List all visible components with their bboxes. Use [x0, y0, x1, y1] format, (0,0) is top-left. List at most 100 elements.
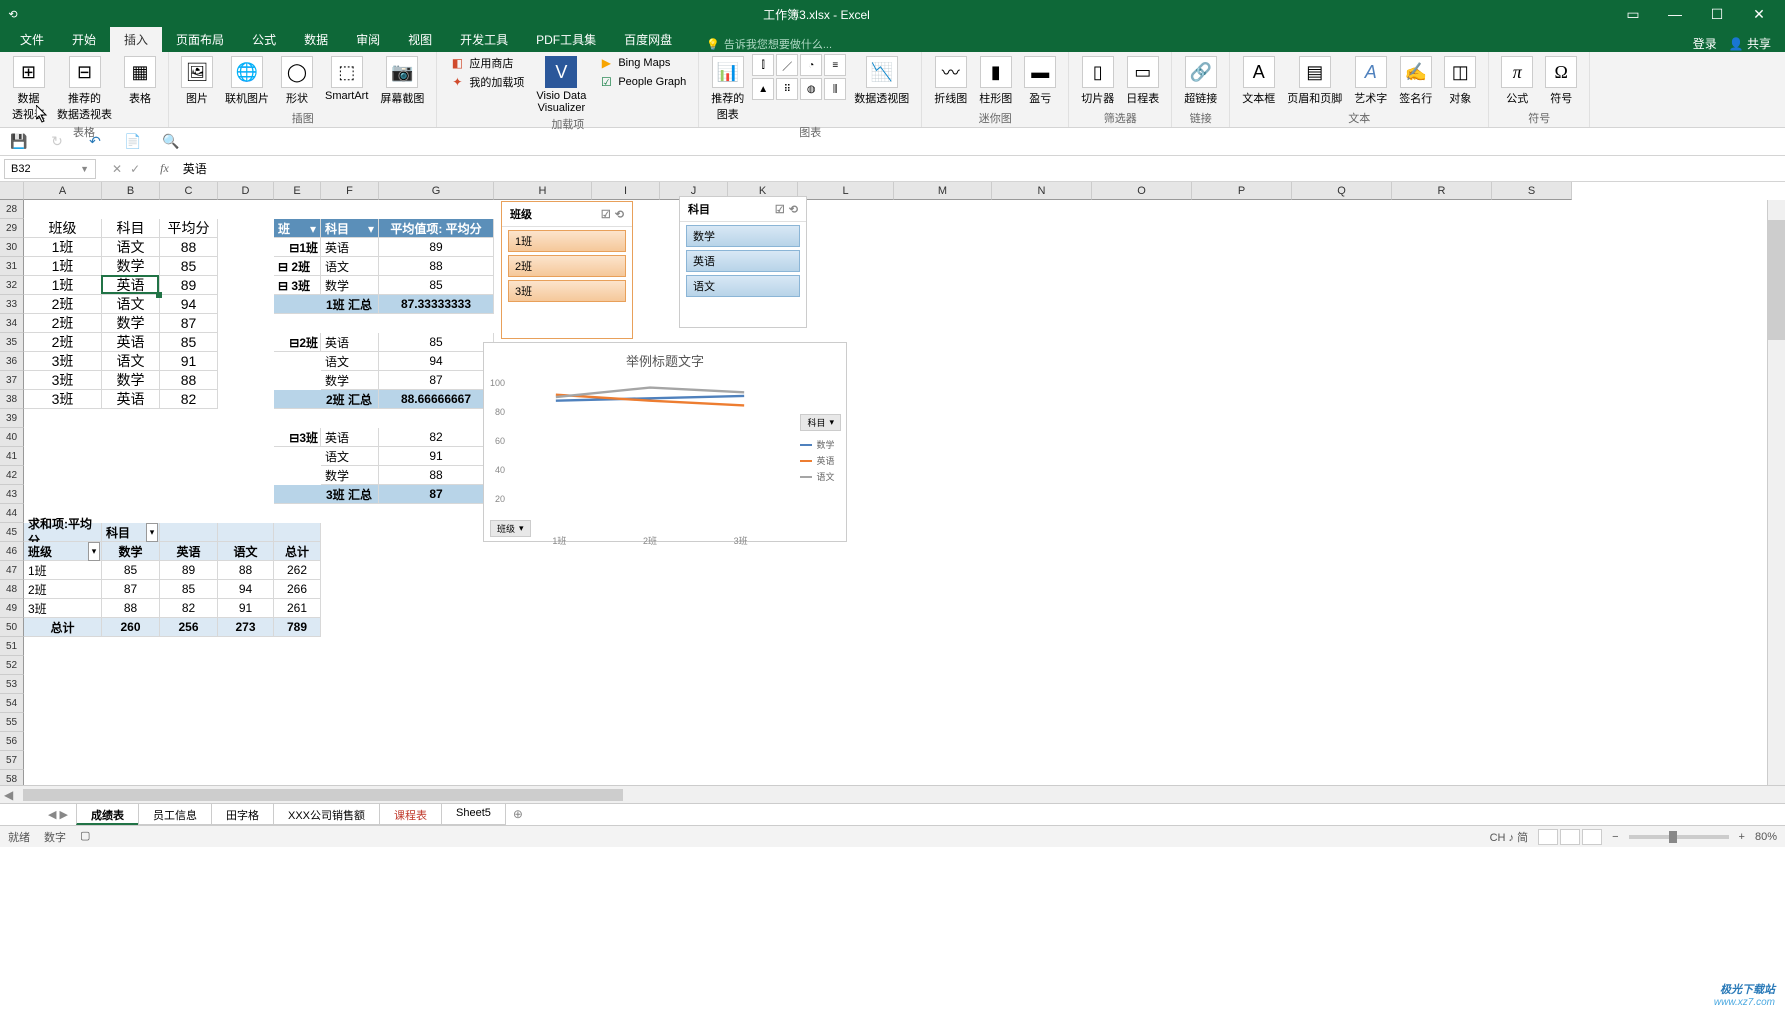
cell-A48[interactable]: 2班 — [24, 580, 102, 599]
cell-F36[interactable]: 语文 — [321, 352, 379, 371]
menu-tab-开始[interactable]: 开始 — [58, 27, 110, 52]
cell-A31[interactable]: 1班 — [24, 257, 102, 276]
col-header-G[interactable]: G — [379, 182, 494, 200]
chart-map[interactable]: ◍ — [800, 78, 822, 100]
cell-C45[interactable] — [160, 523, 218, 542]
vertical-scrollbar[interactable] — [1767, 200, 1785, 785]
cell-C49[interactable]: 82 — [160, 599, 218, 618]
cell-F37[interactable]: 数学 — [321, 371, 379, 390]
row-header-42[interactable]: 42 — [0, 466, 24, 485]
recommended-pivot-button[interactable]: ⊟推荐的 数据透视表 — [53, 54, 116, 124]
cell-B46[interactable]: 数学 — [102, 542, 160, 561]
cell-E30[interactable]: ⊟1班 — [274, 238, 321, 257]
row-header-34[interactable]: 34 — [0, 314, 24, 333]
menu-tab-百度网盘[interactable]: 百度网盘 — [610, 27, 686, 52]
cell-C36[interactable]: 91 — [160, 352, 218, 371]
cell-A36[interactable]: 3班 — [24, 352, 102, 371]
cell-B33[interactable]: 语文 — [102, 295, 160, 314]
row-header-50[interactable]: 50 — [0, 618, 24, 637]
row-header-37[interactable]: 37 — [0, 371, 24, 390]
cell-G33[interactable]: 87.33333333 — [379, 295, 494, 314]
cell-A29[interactable]: 班级 — [24, 219, 102, 238]
col-header-O[interactable]: O — [1092, 182, 1192, 200]
row-header-39[interactable]: 39 — [0, 409, 24, 428]
menu-tab-数据[interactable]: 数据 — [290, 27, 342, 52]
cell-A38[interactable]: 3班 — [24, 390, 102, 409]
cell-G29[interactable]: 平均值项: 平均分 — [379, 219, 494, 238]
row-header-38[interactable]: 38 — [0, 390, 24, 409]
macro-record-icon[interactable]: ▢ — [80, 829, 90, 845]
row-header-36[interactable]: 36 — [0, 352, 24, 371]
axis-field-dropdown[interactable]: 班级 ▾ — [490, 520, 531, 537]
name-box[interactable]: B32▼ — [4, 159, 96, 179]
cell-E32[interactable]: ⊟ 3班 — [274, 276, 321, 295]
save-icon[interactable]: 💾 — [10, 133, 28, 151]
cell-C35[interactable]: 85 — [160, 333, 218, 352]
minimize-button[interactable]: — — [1655, 1, 1695, 27]
cell-G43[interactable]: 87 — [379, 485, 494, 504]
object-button[interactable]: ◫对象 — [1440, 54, 1480, 108]
clear-filter-icon[interactable]: ⟲ — [789, 203, 798, 216]
cell-A33[interactable]: 2班 — [24, 295, 102, 314]
signature-button[interactable]: ✍签名行 — [1395, 54, 1436, 108]
cell-B38[interactable]: 英语 — [102, 390, 160, 409]
cell-A30[interactable]: 1班 — [24, 238, 102, 257]
cell-C46[interactable]: 英语 — [160, 542, 218, 561]
row-header-31[interactable]: 31 — [0, 257, 24, 276]
sparkline-winloss-button[interactable]: ▬盈亏 — [1020, 54, 1060, 108]
app-store-button[interactable]: ◧应用商店 — [445, 54, 528, 72]
row-header-49[interactable]: 49 — [0, 599, 24, 618]
add-sheet-button[interactable]: ⊕ — [505, 804, 531, 825]
row-header-51[interactable]: 51 — [0, 637, 24, 656]
cancel-formula-icon[interactable]: ✕ — [112, 162, 122, 176]
cell-F41[interactable]: 语文 — [321, 447, 379, 466]
formula-input[interactable]: 英语 — [177, 160, 1785, 177]
cell-D50[interactable]: 273 — [218, 618, 274, 637]
redo-icon[interactable]: ↻ — [48, 133, 66, 151]
row-header-47[interactable]: 47 — [0, 561, 24, 580]
cell-B29[interactable]: 科目 — [102, 219, 160, 238]
cell-G42[interactable]: 88 — [379, 466, 494, 485]
cell-A35[interactable]: 2班 — [24, 333, 102, 352]
cell-E38-F38[interactable]: 2班 汇总 — [274, 390, 379, 409]
print-preview-icon[interactable]: 🔍 — [162, 133, 180, 151]
tell-me-search[interactable]: 💡 告诉我您想要做什么... — [706, 36, 832, 52]
pivot-chart[interactable]: 举例标题文字 100806040200 1班2班3班 科目 ▾ 数学英语语文 班… — [483, 342, 847, 542]
cell-F40[interactable]: 英语 — [321, 428, 379, 447]
scroll-left-icon[interactable]: ◀ — [4, 788, 13, 802]
people-graph-button[interactable]: ☑People Graph — [594, 73, 690, 91]
row-header-45[interactable]: 45 — [0, 523, 24, 542]
cell-C34[interactable]: 87 — [160, 314, 218, 333]
pivot-dropdown-E[interactable]: ▾ — [307, 219, 319, 238]
sheet-tab-员工信息[interactable]: 员工信息 — [138, 804, 212, 825]
cell-B32[interactable]: 英语 — [102, 276, 160, 295]
sparkline-col-button[interactable]: ▮柱形图 — [975, 54, 1016, 108]
table-button[interactable]: ▦表格 — [120, 54, 160, 108]
cell-B31[interactable]: 数学 — [102, 257, 160, 276]
multiselect-icon[interactable]: ☑ — [601, 208, 611, 221]
sparkline-line-button[interactable]: 〰折线图 — [930, 54, 971, 108]
sheet-tab-课程表[interactable]: 课程表 — [379, 804, 442, 825]
pivot-chart-button[interactable]: 📉数据透视图 — [850, 54, 913, 108]
chart-area[interactable]: ▲ — [752, 78, 774, 100]
visio-button[interactable]: VVisio Data Visualizer — [532, 54, 590, 116]
spreadsheet-grid[interactable]: ABCDEFGHIJKLMNOPQRS 28293031323334353637… — [0, 182, 1785, 803]
timeline-button[interactable]: ▭日程表 — [1122, 54, 1163, 108]
cell-E45[interactable] — [274, 523, 321, 542]
textbox-button[interactable]: A文本框 — [1238, 54, 1279, 108]
row-header-32[interactable]: 32 — [0, 276, 24, 295]
login-link[interactable]: 登录 — [1693, 35, 1717, 52]
chart-bar[interactable]: ≡ — [824, 54, 846, 76]
cell-C29[interactable]: 平均分 — [160, 219, 218, 238]
cell-C32[interactable]: 89 — [160, 276, 218, 295]
wordart-button[interactable]: A艺术字 — [1350, 54, 1391, 108]
row-header-48[interactable]: 48 — [0, 580, 24, 599]
col-header-R[interactable]: R — [1392, 182, 1492, 200]
menu-tab-公式[interactable]: 公式 — [238, 27, 290, 52]
cell-D49[interactable]: 91 — [218, 599, 274, 618]
cell-B50[interactable]: 260 — [102, 618, 160, 637]
chart-column[interactable]: ⫿ — [752, 54, 774, 76]
col-header-N[interactable]: N — [992, 182, 1092, 200]
cell-D46[interactable]: 语文 — [218, 542, 274, 561]
cell-A47[interactable]: 1班 — [24, 561, 102, 580]
